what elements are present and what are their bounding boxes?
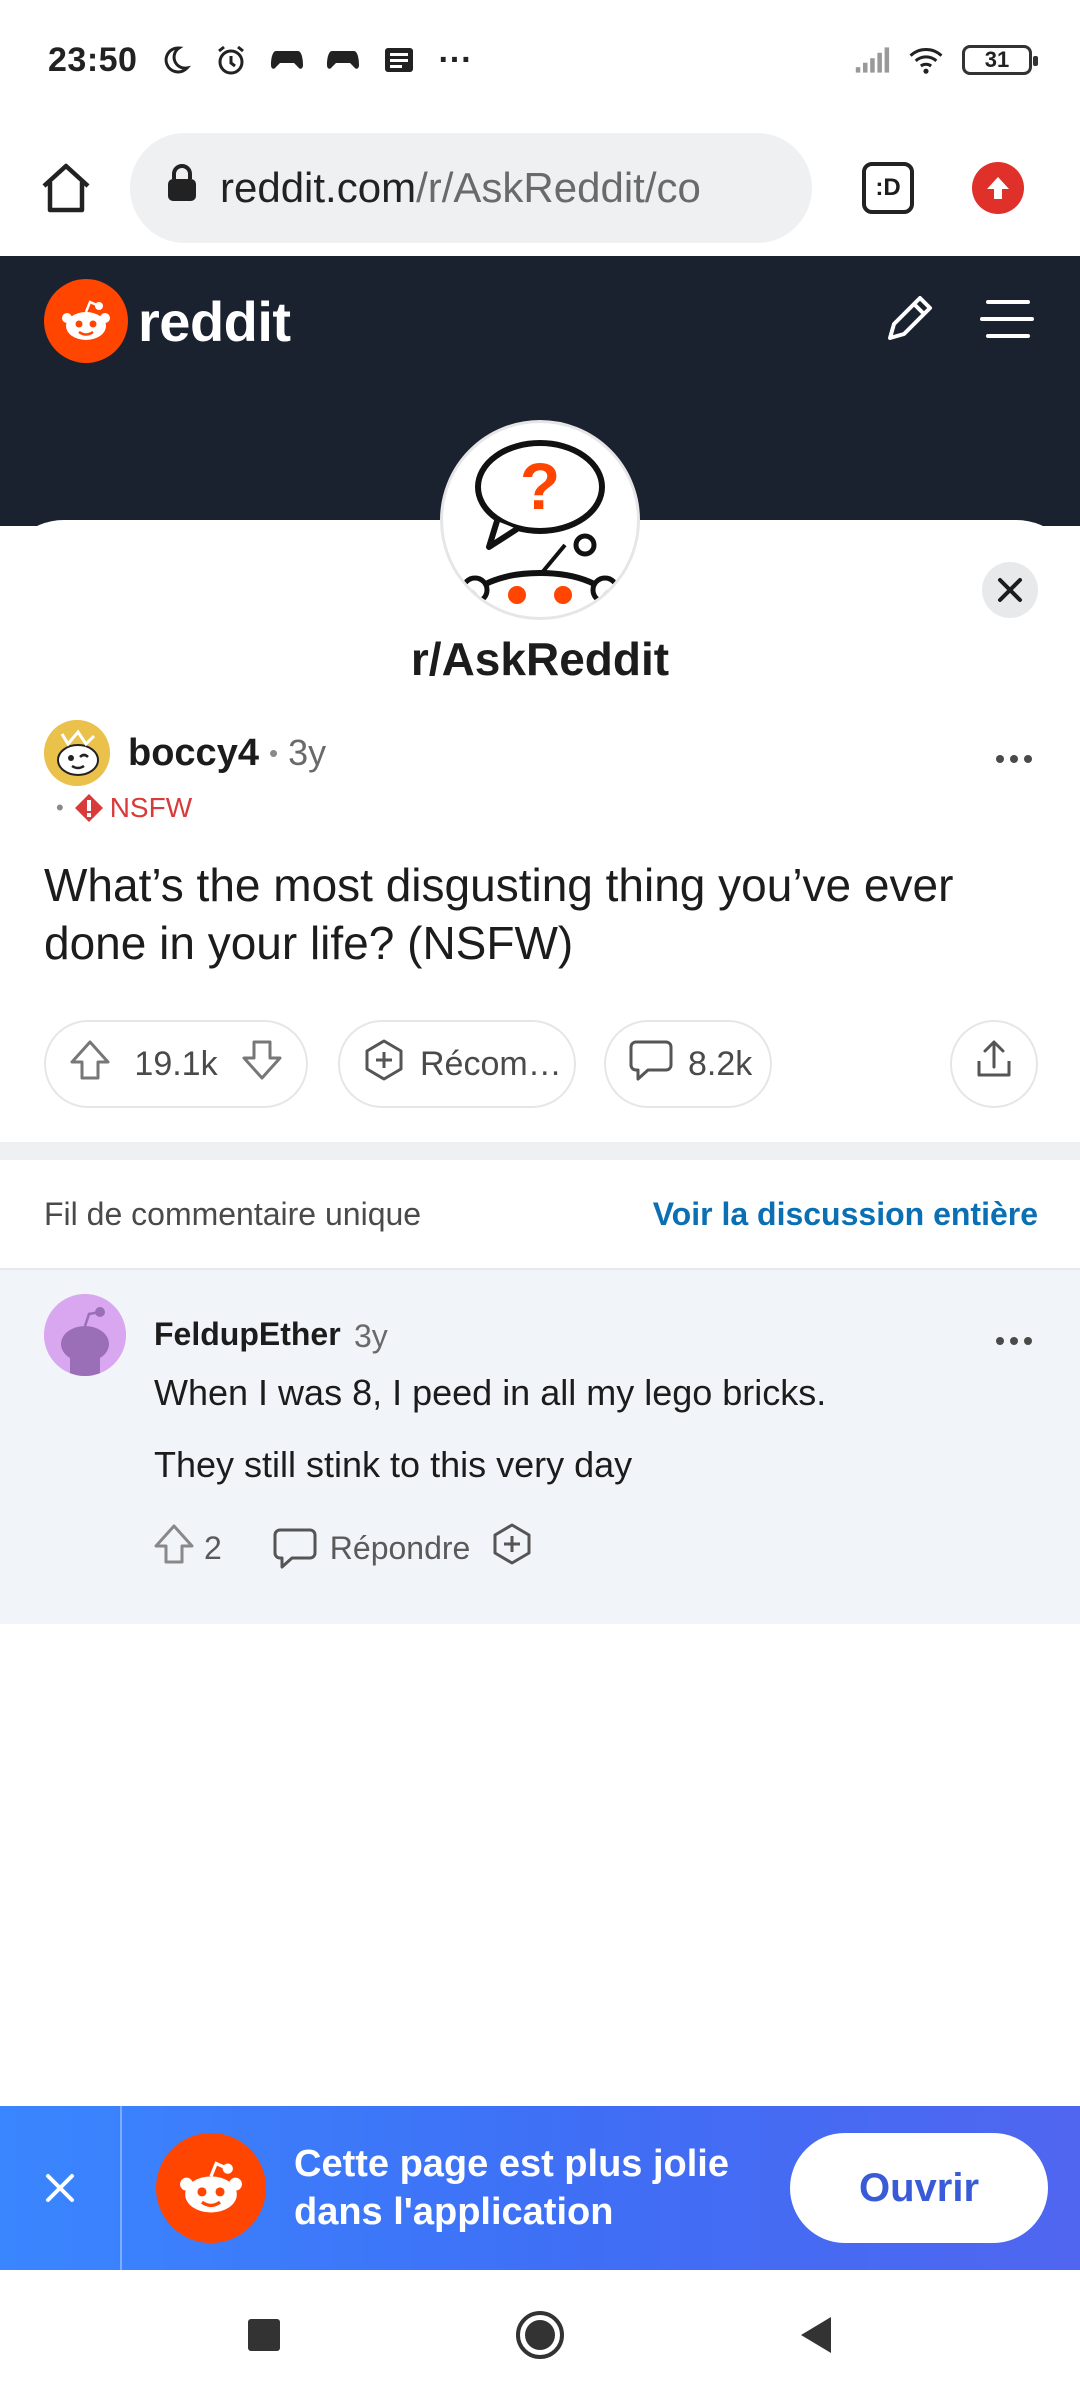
award-icon [362, 1038, 406, 1091]
battery-icon: 31 [962, 45, 1038, 75]
vote-count: 19.1k [134, 1044, 218, 1083]
view-full-discussion-link[interactable]: Voir la discussion entière [653, 1196, 1038, 1233]
reply-icon [273, 1528, 317, 1569]
status-time: 23:50 [48, 40, 138, 79]
back-button[interactable] [756, 2315, 876, 2355]
news-icon [381, 42, 417, 78]
url-path: /r/AskReddit/co [416, 164, 701, 211]
circle-icon [516, 2311, 564, 2359]
tabs-button[interactable]: :D [862, 162, 914, 214]
reddit-wordmark: reddit [138, 289, 291, 353]
lock-icon [166, 163, 198, 213]
comment-more-icon[interactable] [994, 1334, 1034, 1352]
subreddit-name[interactable]: r/AskReddit [0, 632, 1080, 686]
tabs-label: :D [875, 174, 901, 201]
comment-actions: 2 Répondre [152, 1522, 534, 1574]
comment-upvote-icon[interactable] [152, 1522, 196, 1574]
home-button[interactable] [30, 152, 102, 224]
nsfw-flair: • NSFW [56, 792, 192, 824]
close-button[interactable] [982, 562, 1038, 618]
home-icon [42, 163, 90, 213]
warning-icon [74, 793, 104, 823]
moon-icon [157, 42, 193, 78]
comments-button[interactable]: 8.2k [604, 1020, 772, 1108]
battery-level: 31 [984, 47, 1010, 72]
svg-text:?: ? [520, 449, 560, 523]
close-icon [998, 578, 1022, 602]
system-nav-bar [0, 2270, 1080, 2400]
banner-message: Cette page est plus jolie dans l'applica… [294, 2143, 729, 2233]
recents-button[interactable] [204, 2317, 324, 2353]
header-actions [880, 290, 1036, 353]
award-label: Récom… [420, 1044, 562, 1083]
post-title[interactable]: What’s the most disgusting thing you’ve … [44, 856, 1044, 972]
back-triangle-icon [801, 2317, 831, 2353]
subreddit-avatar[interactable]: ? [440, 420, 640, 620]
menu-icon[interactable] [978, 294, 1036, 349]
reddit-header: reddit [0, 256, 1080, 386]
meta-separator: • [268, 737, 279, 768]
edit-icon[interactable] [880, 290, 938, 353]
close-icon [46, 2174, 74, 2202]
vote-pill: 19.1k [44, 1020, 308, 1108]
post-more-icon[interactable] [994, 752, 1034, 770]
banner-close-button[interactable] [0, 2106, 122, 2270]
url-host: reddit.com [220, 164, 417, 211]
comment-author[interactable]: FeldupEther [154, 1316, 341, 1353]
reply-button[interactable]: Répondre [272, 1526, 471, 1570]
thread-bar: Fil de commentaire unique Voir la discus… [44, 1196, 1038, 1233]
comment-score: 2 [204, 1529, 222, 1566]
update-button[interactable] [972, 162, 1024, 214]
post-age: 3y [288, 732, 327, 773]
home-nav-button[interactable] [480, 2309, 600, 2361]
author-name[interactable]: boccy4 [128, 732, 259, 775]
signal-icon [854, 42, 890, 78]
open-app-button[interactable]: Ouvrir [790, 2133, 1048, 2243]
comment-text-line-2: They still stink to this very day [154, 1444, 633, 1485]
status-icons-right: 31 [854, 42, 1038, 78]
award-button[interactable]: Récom… [338, 1020, 576, 1108]
gamepad-icon [269, 42, 305, 78]
square-icon [248, 2319, 280, 2351]
comment-icon [628, 1038, 674, 1091]
reddit-logo-icon[interactable] [44, 279, 128, 363]
comment-award-icon[interactable] [490, 1522, 534, 1574]
more-notifications-icon: ··· [438, 40, 473, 79]
comment-text-line-1: When I was 8, I peed in all my lego bric… [154, 1372, 827, 1413]
section-divider [0, 1142, 1080, 1160]
url-bar[interactable]: reddit.com/r/AskReddit/co [130, 133, 812, 243]
status-bar: 23:50 ··· 31 [0, 0, 1080, 120]
snoo-avatar-icon [44, 1294, 126, 1376]
arrow-up-icon [987, 177, 1009, 199]
nsfw-label: NSFW [109, 792, 193, 823]
flair-separator: • [56, 795, 64, 820]
browser-toolbar: reddit.com/r/AskReddit/co :D [0, 120, 1080, 256]
comment-count: 8.2k [688, 1044, 753, 1083]
status-icons-left: ··· [157, 40, 473, 79]
gamepad-icon [325, 42, 361, 78]
downvote-icon[interactable] [240, 1038, 284, 1091]
snoo-avatar-icon [44, 720, 110, 786]
open-in-app-banner: Cette page est plus jolie dans l'applica… [0, 2106, 1080, 2270]
comment: FeldupEther 3y When I was 8, I peed in a… [0, 1268, 1080, 1624]
single-thread-label: Fil de commentaire unique [44, 1196, 422, 1232]
upvote-icon[interactable] [68, 1038, 112, 1091]
wifi-icon [908, 42, 944, 78]
comment-age: 3y [354, 1318, 388, 1354]
share-icon [973, 1039, 1015, 1090]
askreddit-logo-icon: ? [460, 440, 620, 615]
author-avatar[interactable] [44, 720, 110, 786]
reddit-logo-icon [156, 2133, 266, 2243]
post-actions: 19.1k Récom… 8.2k [44, 1020, 1038, 1108]
reply-label: Répondre [329, 1529, 471, 1566]
share-button[interactable] [950, 1020, 1038, 1108]
comment-author-avatar[interactable] [44, 1294, 126, 1376]
alarm-icon [213, 42, 249, 78]
post-meta: boccy4 • 3y [44, 720, 326, 786]
